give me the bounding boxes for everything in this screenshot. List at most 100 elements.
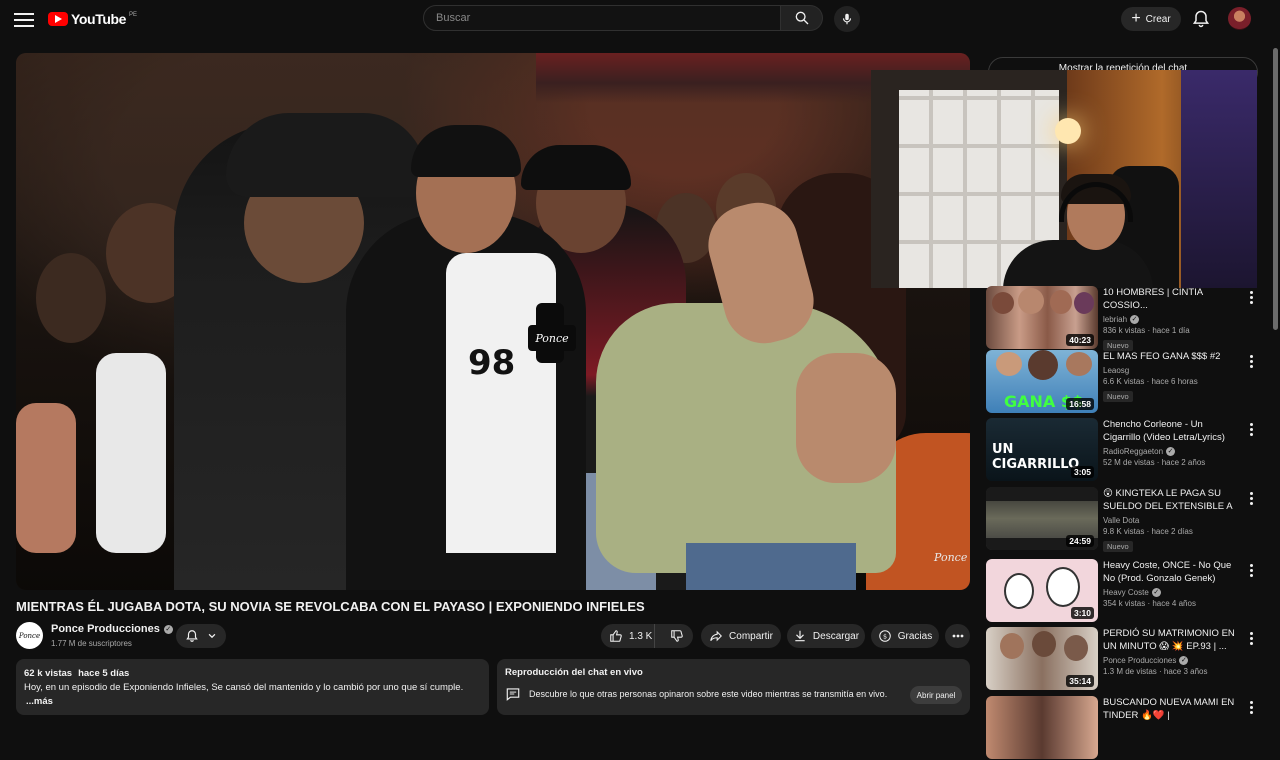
woman-jeans	[686, 543, 856, 590]
recommendation-thumbnail[interactable]: GANA $$ 16:58	[986, 350, 1098, 413]
channel-name: Ponce Producciones	[51, 623, 160, 635]
recommendation-channel-row: Valle Dota	[1103, 516, 1241, 525]
plastic-bag	[96, 353, 166, 553]
chevron-down-icon	[208, 633, 216, 639]
shirt-print: 98	[468, 343, 516, 383]
search-input[interactable]	[436, 12, 768, 24]
dislike-button[interactable]	[661, 624, 693, 648]
download-icon	[795, 630, 805, 642]
more-actions-button[interactable]	[945, 624, 970, 648]
more-vert-icon[interactable]	[1246, 698, 1256, 716]
video-duration: 40:23	[1066, 334, 1094, 346]
search-icon	[795, 11, 808, 25]
thanks-label: Gracias	[897, 630, 933, 642]
recommendation-channel-row: Leaosg	[1103, 366, 1241, 375]
notifications-button[interactable]	[1191, 9, 1211, 29]
recommendation-thumbnail[interactable]	[986, 696, 1098, 759]
recommendation-info: 10 HOMBRES | CINTIA COSSIO... lebriah ✓ 8…	[1103, 286, 1241, 353]
voice-search-button[interactable]	[834, 6, 860, 32]
thumb-face	[1004, 573, 1034, 609]
more-vert-icon[interactable]	[1246, 420, 1256, 438]
like-button[interactable]: 1.3 K	[601, 624, 656, 648]
recommendation-title: 😲 KINGTEKA LE PAGA SU SUELDO DEL EXTENSI…	[1103, 488, 1233, 512]
open-panel-button[interactable]: Abrir panel	[910, 686, 962, 704]
search-button[interactable]	[781, 5, 823, 31]
recommendation-item[interactable]: 3:10 Heavy Coste, ONCE - No Que No (Prod…	[986, 559, 1256, 623]
svg-text:$: $	[883, 632, 887, 640]
recommendation-title: Chencho Corleone - Un Cigarrillo (Video …	[1103, 419, 1225, 443]
channel-name-link[interactable]: Ponce Producciones ✓	[51, 623, 173, 635]
live-chat-heading: Reproducción del chat en vivo	[505, 667, 643, 678]
more-vert-icon[interactable]	[1246, 489, 1256, 507]
thumbs-down-icon	[671, 630, 683, 642]
recommendation-views: 836 k vistas · hace 1 día	[1103, 326, 1190, 335]
thumb-face	[1000, 633, 1024, 659]
video-title: MIENTRAS ÉL JUGABA DOTA, SU NOVIA SE REV…	[16, 599, 645, 614]
thumb-face	[1028, 350, 1058, 380]
subscribed-notifications-button[interactable]	[176, 624, 226, 648]
recommendation-views: 9.8 K vistas · hace 2 días	[1103, 527, 1193, 536]
youtube-play-icon	[48, 12, 68, 26]
description-meta: 62 k vistas hace 5 días	[24, 667, 481, 681]
crowd-person	[36, 253, 106, 343]
recommendation-channel-row: Heavy Coste ✓	[1103, 588, 1241, 597]
recommendation-info: Chencho Corleone - Un Cigarrillo (Video …	[1103, 418, 1241, 467]
recommendation-thumbnail[interactable]: 35:14	[986, 627, 1098, 690]
share-icon	[710, 630, 723, 642]
more-horizontal-icon	[952, 634, 963, 638]
more-vert-icon[interactable]	[1246, 561, 1256, 579]
create-button[interactable]: + Crear	[1121, 7, 1181, 31]
scrollbar-thumb[interactable]	[1273, 48, 1278, 330]
more-vert-icon[interactable]	[1246, 288, 1256, 306]
new-badge: Nuevo	[1103, 391, 1133, 402]
recommendation-channel: Valle Dota	[1103, 516, 1140, 525]
page-scrollbar[interactable]	[1271, 0, 1280, 720]
video-player[interactable]: 98 Ponce Ponce	[16, 53, 970, 590]
account-avatar[interactable]	[1228, 7, 1251, 30]
recommendation-channel: RadioReggaeton	[1103, 447, 1164, 456]
recommendation-thumbnail[interactable]: 40:23	[986, 286, 1098, 349]
more-vert-icon[interactable]	[1246, 629, 1256, 647]
recommendation-thumbnail[interactable]: 24:59	[986, 487, 1098, 550]
create-label: Crear	[1145, 13, 1171, 25]
recommendation-item[interactable]: 40:23 10 HOMBRES | CINTIA COSSIO... lebr…	[986, 286, 1256, 353]
recommendation-info: 😲 KINGTEKA LE PAGA SU SUELDO DEL EXTENSI…	[1103, 487, 1241, 554]
recommendation-item[interactable]: 24:59 😲 KINGTEKA LE PAGA SU SUELDO DEL E…	[986, 487, 1256, 554]
description-box[interactable]: 62 k vistas hace 5 días Hoy, en un episod…	[16, 659, 489, 715]
cam-lamp	[1055, 118, 1081, 144]
video-duration: 3:05	[1070, 466, 1094, 478]
thumb-face	[1050, 290, 1072, 314]
recommendation-item[interactable]: BUSCANDO NUEVA MAMI EN TINDER 🔥❤️ | SACH…	[986, 696, 1256, 760]
recommendation-item[interactable]: UN CIGARRILLO 3:05 Chencho Corleone - Un…	[986, 418, 1256, 482]
recommendation-info: Heavy Coste, ONCE - No Que No (Prod. Gon…	[1103, 559, 1241, 608]
recommendation-title: PERDIÓ SU MATRIMONIO EN UN MINUTO 😱 💥 EP…	[1103, 628, 1235, 652]
description-text: Hoy, en un episodio de Exponiendo Infiel…	[24, 682, 464, 693]
recommendation-channel: lebriah	[1103, 315, 1128, 324]
person-right-cap	[521, 145, 631, 190]
recommendation-thumbnail[interactable]: UN CIGARRILLO 3:05	[986, 418, 1098, 481]
download-button[interactable]: Descargar	[787, 624, 865, 648]
recommendation-item[interactable]: GANA $$ 16:58 EL MAS FEO GANA $$$ #2 Lea…	[986, 350, 1256, 414]
more-vert-icon[interactable]	[1246, 352, 1256, 370]
youtube-logo[interactable]: YouTube PE	[48, 11, 137, 27]
video-watermark: Ponce	[934, 551, 968, 564]
thumbs-up-icon	[610, 630, 622, 642]
streamer-webcam-overlay	[871, 70, 1257, 288]
menu-icon[interactable]	[14, 10, 34, 28]
recommendation-thumbnail[interactable]: 3:10	[986, 559, 1098, 622]
plus-icon: +	[1131, 10, 1141, 27]
verified-icon: ✓	[1130, 315, 1140, 324]
thumb-face	[1046, 567, 1080, 607]
super-thanks-icon: $	[878, 630, 891, 642]
chat-icon	[506, 688, 520, 701]
description-more[interactable]: ...más	[24, 695, 481, 709]
recommendation-info: PERDIÓ SU MATRIMONIO EN UN MINUTO 😱 💥 EP…	[1103, 627, 1241, 676]
recommendation-item[interactable]: 35:14 PERDIÓ SU MATRIMONIO EN UN MINUTO …	[986, 627, 1256, 691]
share-button[interactable]: Compartir	[701, 624, 781, 648]
channel-avatar[interactable]: Ponce	[16, 622, 43, 649]
thumb-face	[996, 352, 1022, 376]
verified-icon: ✓	[163, 624, 173, 634]
thanks-button[interactable]: $ Gracias	[871, 624, 939, 648]
bag-left	[16, 403, 76, 553]
recommendation-title: EL MAS FEO GANA $$$ #2	[1103, 351, 1221, 362]
